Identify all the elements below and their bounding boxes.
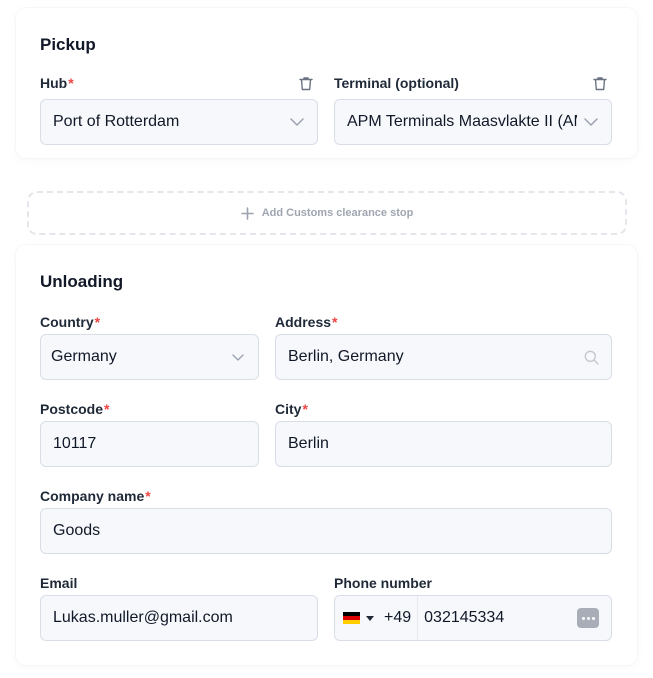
chevron-down-icon [583, 114, 599, 130]
remove-terminal-button[interactable] [592, 75, 608, 91]
phone-input[interactable]: +49 032145334 [334, 595, 612, 641]
postcode-input[interactable]: 10117 [40, 421, 259, 467]
address-label-text: Address [275, 314, 332, 330]
country-label-text: Country [40, 314, 94, 330]
search-icon [583, 349, 599, 365]
remove-hub-button[interactable] [298, 75, 314, 91]
caret-down-icon [366, 615, 374, 621]
required-marker: * [145, 488, 151, 504]
country-select[interactable]: Germany [40, 334, 259, 380]
trash-icon [299, 76, 313, 90]
hub-label: Hub * [40, 75, 74, 91]
city-label-text: City [275, 401, 302, 417]
hub-select[interactable]: Port of Rotterdam [40, 99, 318, 145]
chevron-down-icon [289, 114, 305, 130]
company-value: Goods [53, 522, 101, 539]
city-value: Berlin [288, 435, 329, 452]
hub-label-text: Hub [40, 75, 68, 91]
terminal-value: APM Terminals Maasvlakte II (AMS [347, 113, 577, 130]
postcode-label: Postcode * [40, 401, 109, 417]
plus-icon [240, 206, 254, 220]
terminal-label-text: Terminal (optional) [334, 75, 459, 91]
unloading-title: Unloading [40, 272, 124, 291]
required-marker: * [104, 401, 110, 417]
phone-label: Phone number [334, 575, 432, 591]
terminal-select[interactable]: APM Terminals Maasvlakte II (AMS [334, 99, 612, 145]
trash-icon [593, 76, 607, 90]
dial-code: +49 [384, 609, 412, 626]
add-customs-stop-button[interactable]: Add Customs clearance stop [27, 191, 627, 235]
required-marker: * [302, 401, 308, 417]
phone-country-select[interactable]: +49 [343, 596, 424, 640]
address-value: Berlin, Germany [288, 348, 404, 365]
germany-flag-icon [343, 612, 360, 624]
phone-value: 032145334 [424, 609, 505, 626]
country-value: Germany [51, 348, 117, 365]
address-label: Address * [275, 314, 337, 330]
add-customs-stop-label: Add Customs clearance stop [261, 207, 414, 219]
postcode-value: 10117 [53, 435, 97, 452]
postcode-label-text: Postcode [40, 401, 104, 417]
email-value: Lukas.muller@gmail.com [53, 609, 233, 626]
phone-divider [417, 596, 419, 640]
hub-value: Port of Rotterdam [53, 113, 180, 130]
country-label: Country * [40, 314, 100, 330]
email-input[interactable]: Lukas.muller@gmail.com [40, 595, 318, 641]
phone-label-text: Phone number [334, 575, 433, 591]
required-marker: * [94, 314, 101, 330]
pickup-title: Pickup [40, 35, 96, 54]
city-input[interactable]: Berlin [275, 421, 612, 467]
company-name-input[interactable]: Goods [40, 508, 612, 554]
chevron-down-icon [230, 349, 246, 365]
address-input[interactable]: Berlin, Germany [275, 334, 612, 380]
password-dots-icon[interactable] [577, 608, 599, 628]
required-marker: * [68, 75, 74, 91]
terminal-label: Terminal (optional) [334, 75, 459, 91]
company-label: Company name * [40, 488, 151, 504]
email-label: Email [40, 575, 77, 591]
required-marker: * [332, 314, 338, 330]
city-label: City * [275, 401, 308, 417]
email-label-text: Email [40, 575, 78, 591]
company-label-text: Company name [40, 488, 145, 504]
